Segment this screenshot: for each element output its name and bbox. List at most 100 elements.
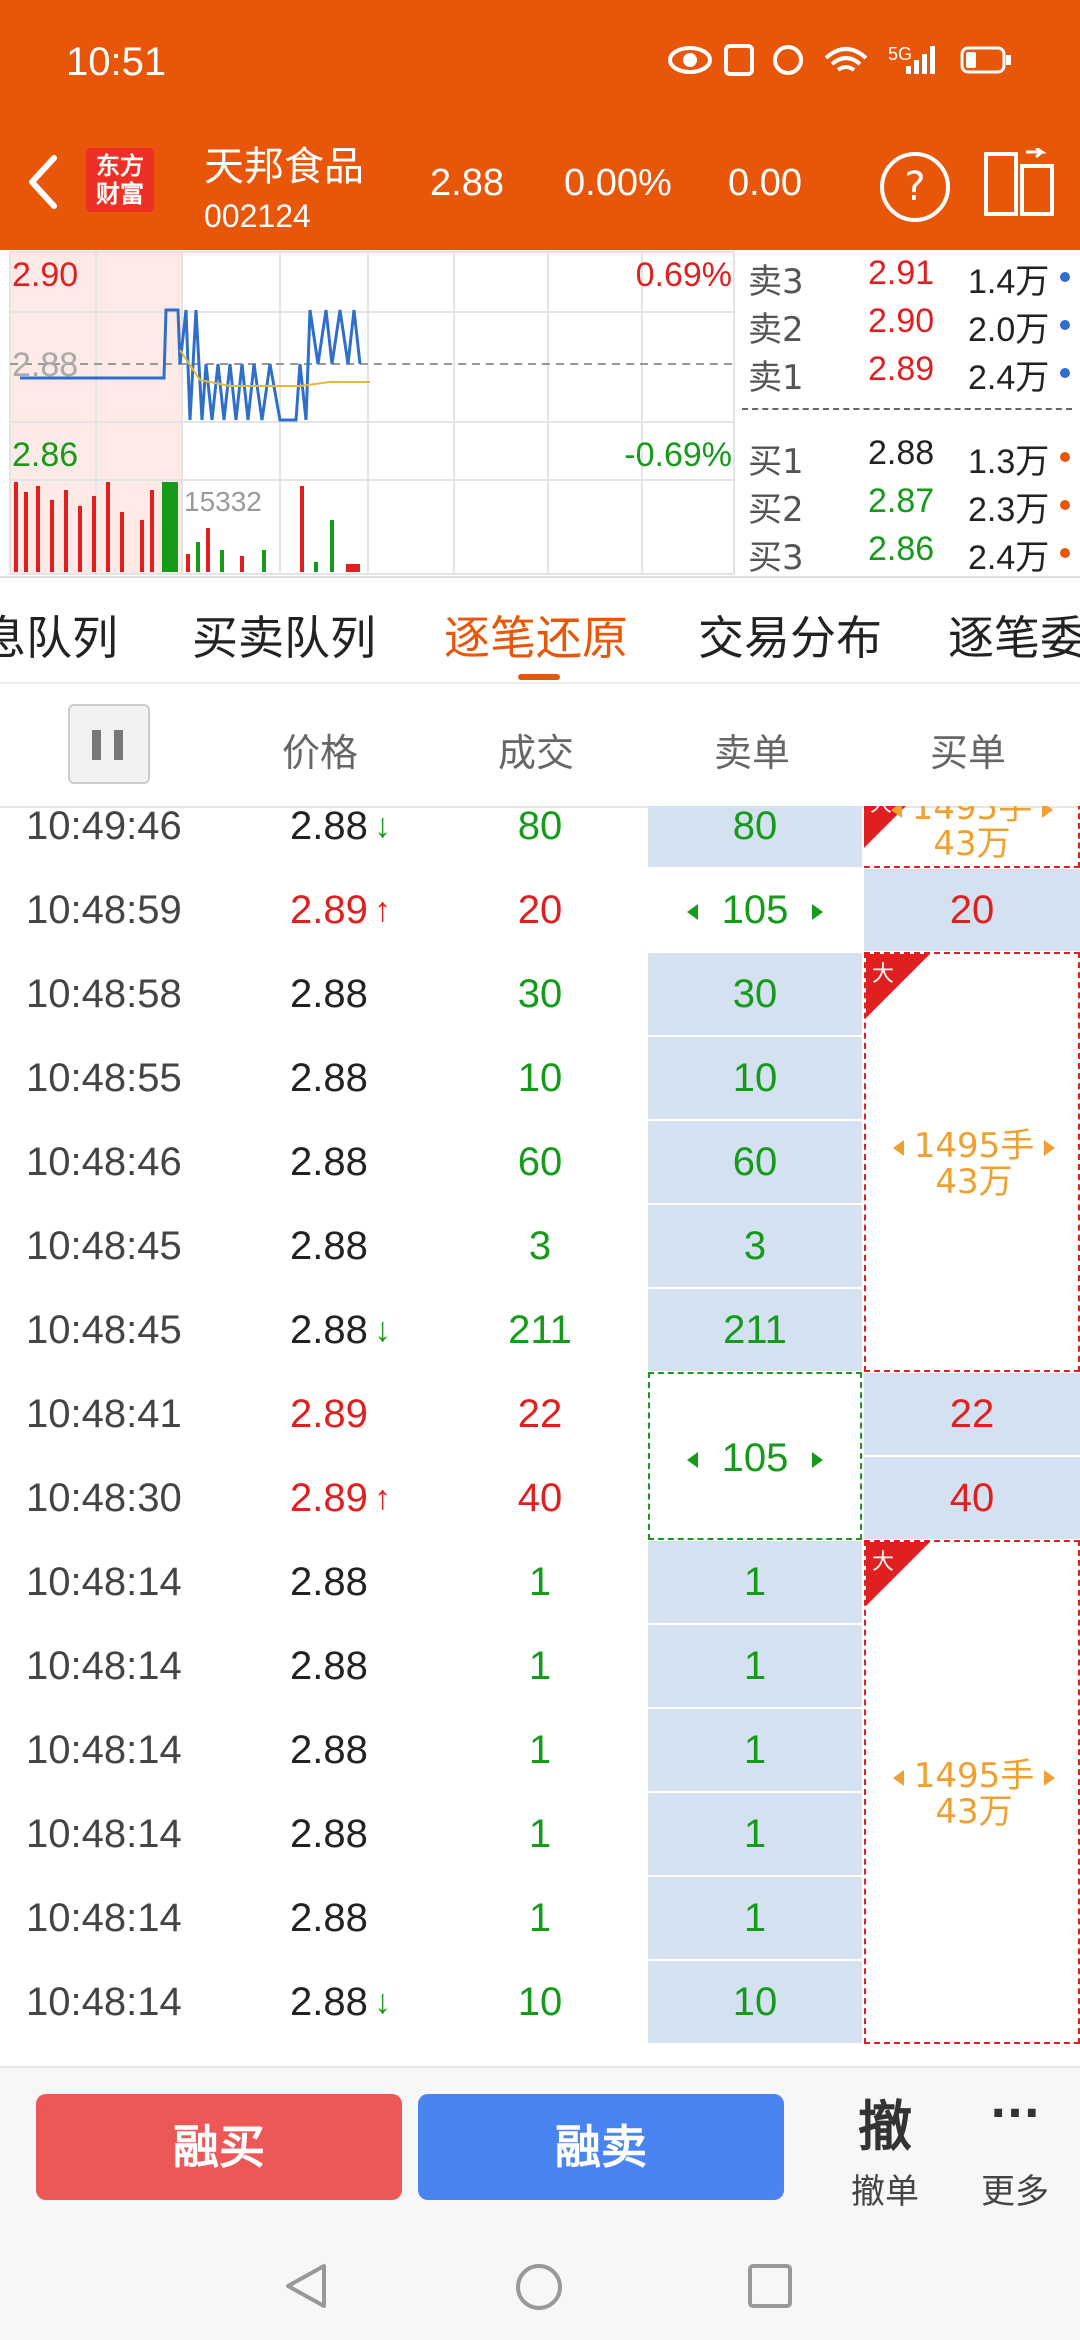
merged-sell-value: 105 xyxy=(721,1436,789,1480)
caret-right-icon xyxy=(1044,1769,1056,1786)
sell-order-cell[interactable]: 1 xyxy=(648,1541,862,1623)
tab-trade-distribution[interactable]: 交易分布 xyxy=(698,602,882,668)
header-change-pct: 0.00% xyxy=(564,162,672,204)
big-buy-order[interactable]: 大1495手43万 xyxy=(864,806,1080,868)
chart-price-mid: 2.88 xyxy=(12,346,79,384)
active-tab-indicator xyxy=(518,674,560,680)
sell-level-3: 卖3 2.91 1.4万 xyxy=(742,250,1076,302)
tab-queue-info[interactable]: 息队列 xyxy=(0,602,118,668)
trade-row: 10:48:30 2.89 ↑ 40 40 xyxy=(0,1456,1080,1540)
caret-right-icon xyxy=(812,904,824,921)
sell-order-cell[interactable]: 3 xyxy=(648,1205,862,1287)
nfc-icon xyxy=(724,44,754,76)
trade-row: 10:48:59 2.89 ↑ 20 20 xyxy=(0,868,1080,952)
top-header: 10:51 5G 东方 财富 天邦食品 002124 2.88 0.00% 0.… xyxy=(0,0,1080,250)
trade-volume: 1 xyxy=(528,1896,552,1940)
trade-time: 10:48:59 xyxy=(26,888,182,932)
trade-volume: 1 xyxy=(528,1728,552,1772)
caret-right-icon xyxy=(812,1452,824,1469)
eastmoney-logo[interactable]: 东方 财富 xyxy=(86,148,154,212)
caret-right-icon xyxy=(1042,806,1054,818)
column-header: 价格 成交 卖单 买单 xyxy=(0,684,1080,808)
buy-level-1: 买1 2.88 1.3万 xyxy=(742,430,1076,482)
nav-back-icon[interactable] xyxy=(282,2262,330,2310)
big-buy-order[interactable]: 大 1495手43万 xyxy=(864,952,1080,1372)
sell-order-cell[interactable]: 1 xyxy=(648,1877,862,1959)
big-buy-order[interactable]: 大 1495手43万 xyxy=(864,1540,1080,2044)
sell-order-cell[interactable]: 10 xyxy=(648,1037,862,1119)
trade-time: 10:48:14 xyxy=(26,1644,182,1688)
buy-order-cell[interactable]: 40 xyxy=(864,1457,1080,1539)
pause-icon xyxy=(92,730,101,760)
tab-tick-restore[interactable]: 逐笔还原 xyxy=(444,602,628,668)
pause-button[interactable] xyxy=(68,704,150,784)
action-bar: 融买 融卖 撤 撤单 ··· 更多 xyxy=(0,2066,1080,2228)
trade-time: 10:48:30 xyxy=(26,1476,182,1520)
trade-list[interactable]: 10:49:46 2.88 ↓ 80 80 10:48:59 2.89 ↑ 20 20 10:48:… xyxy=(0,806,1080,2066)
chart-volume-max: 15332 xyxy=(184,486,262,517)
buy-order-cell[interactable]: 22 xyxy=(864,1373,1080,1455)
sell-order-cell[interactable]: 1 xyxy=(648,1793,862,1875)
big-order-flag-text: 大 xyxy=(872,962,895,987)
trade-volume: 20 xyxy=(517,888,563,932)
big-order-flag-text: 大 xyxy=(872,1550,895,1575)
sell-order-cell[interactable]: 80 xyxy=(648,806,862,867)
nav-home-icon[interactable] xyxy=(514,2262,564,2312)
trade-time: 10:48:14 xyxy=(26,1560,182,1604)
more-icon: ··· xyxy=(989,2088,1041,2139)
trade-price: 2.89 xyxy=(290,1392,368,1436)
trade-price: 2.88 xyxy=(290,1812,368,1856)
trade-volume: 3 xyxy=(528,1224,552,1268)
trade-volume: 211 xyxy=(508,1308,572,1352)
intraday-chart[interactable]: 2.90 2.88 2.86 0.69% -0.69% 15332 xyxy=(0,250,736,578)
buy-level-3: 买3 2.86 2.4万 xyxy=(742,526,1076,578)
trade-time: 10:49:46 xyxy=(26,806,182,848)
back-icon[interactable] xyxy=(24,152,64,212)
switch-layout-icon[interactable] xyxy=(982,148,1056,220)
sell-order-cell[interactable]: 10 xyxy=(648,1961,862,2043)
more-button[interactable]: ··· 更多 xyxy=(958,2078,1072,2218)
big-order-hands: 1495手 xyxy=(913,1126,1035,1166)
sell-order-cell[interactable]: 60 xyxy=(648,1121,862,1203)
svg-text:5G: 5G xyxy=(888,44,912,64)
arrow-up-icon: ↑ xyxy=(374,1479,391,1517)
cancel-order-button[interactable]: 撤 撤单 xyxy=(826,2078,944,2218)
trade-time: 10:48:14 xyxy=(26,1980,182,2024)
system-nav-bar xyxy=(0,2228,1080,2340)
margin-buy-button[interactable]: 融买 xyxy=(36,2094,402,2200)
trade-price: 2.88 xyxy=(290,1728,368,1772)
trade-time: 10:48:55 xyxy=(26,1056,182,1100)
tab-order-queue[interactable]: 买卖队列 xyxy=(192,602,376,668)
col-sell-order: 卖单 xyxy=(714,731,791,775)
order-book[interactable]: 卖3 2.91 1.4万 卖2 2.90 2.0万 卖1 2.89 2.4万 买… xyxy=(736,250,1080,578)
sell-order-cell[interactable]: 211 xyxy=(648,1289,862,1371)
stock-name[interactable]: 天邦食品 xyxy=(204,134,364,192)
tab-tick-orders[interactable]: 逐笔委 xyxy=(948,602,1080,668)
trade-price: 2.88 xyxy=(290,972,368,1016)
merged-sell-order[interactable]: 105 xyxy=(648,868,862,952)
trade-volume: 1 xyxy=(528,1644,552,1688)
arrow-down-icon: ↓ xyxy=(374,1983,391,2021)
help-button[interactable]: ? xyxy=(880,152,950,222)
buy-order-cell[interactable]: 20 xyxy=(864,869,1080,951)
trade-price: 2.88 xyxy=(290,1896,368,1940)
arrow-down-icon: ↓ xyxy=(374,1311,391,1349)
big-order-summary: 1495手 43万 xyxy=(866,1758,1080,1830)
cancel-icon: 撤 xyxy=(858,2095,912,2158)
big-order-hands: 1495手 xyxy=(913,1756,1035,1796)
big-order-amount: 43万 xyxy=(935,1792,1013,1832)
sell-order-cell[interactable]: 30 xyxy=(648,953,862,1035)
margin-sell-button[interactable]: 融卖 xyxy=(418,2094,784,2200)
nav-recents-icon[interactable] xyxy=(746,2262,794,2310)
sell-order-cell[interactable]: 1 xyxy=(648,1709,862,1791)
trade-volume: 40 xyxy=(517,1476,563,1520)
sell-order-cell[interactable]: 1 xyxy=(648,1625,862,1707)
big-order-summary: 1495手 43万 xyxy=(866,1128,1080,1200)
big-order-summary: 1495手 43万 xyxy=(864,806,1080,862)
caret-left-icon xyxy=(892,1139,904,1156)
more-label: 更多 xyxy=(981,2172,1049,2212)
header-price: 2.88 xyxy=(430,162,504,204)
trade-time: 10:48:14 xyxy=(26,1896,182,1940)
trade-price: 2.88 xyxy=(290,1224,368,1268)
merged-sell-order[interactable]: 105 xyxy=(648,1372,862,1540)
